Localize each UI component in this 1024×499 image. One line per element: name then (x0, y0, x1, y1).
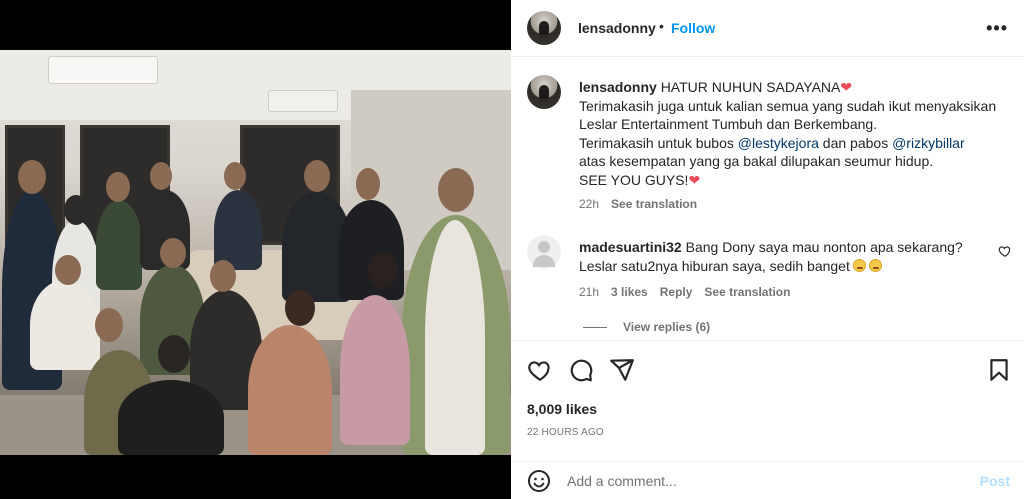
post-timestamp[interactable]: 22 HOURS AGO (527, 427, 604, 438)
post-media (0, 0, 511, 499)
bookmark-icon[interactable] (986, 357, 1012, 383)
post-button[interactable]: Post (980, 473, 1010, 489)
likes-count[interactable]: 8,009 likes (527, 401, 597, 417)
caption-line2: Terimakasih juga untuk kalian semua yang… (579, 97, 997, 133)
post-actions: 8,009 likes 22 HOURS AGO (511, 340, 1024, 460)
post-photo[interactable] (0, 50, 511, 455)
mention-lestykejora[interactable]: @lestykejora (738, 135, 819, 151)
caption-time[interactable]: 22h (579, 197, 599, 211)
comment-likes[interactable]: 3 likes (611, 285, 648, 299)
view-replies-label: View replies (6) (623, 320, 711, 334)
comment-like-icon[interactable] (998, 244, 1012, 258)
comment-icon[interactable] (568, 357, 594, 383)
comment-meta: 21h 3 likes Reply See translation (579, 285, 790, 299)
comment-time[interactable]: 21h (579, 285, 599, 299)
post-header: lensadonny • Follow ••• (511, 0, 1024, 57)
comment-see-translation[interactable]: See translation (704, 285, 790, 299)
more-icon[interactable]: ••• (986, 18, 1008, 39)
caption-meta: 22h See translation (579, 197, 697, 211)
author-avatar[interactable] (527, 11, 561, 45)
caption-avatar[interactable] (527, 75, 561, 109)
caption-line5: SEE YOU GUYS! (579, 171, 689, 188)
view-replies-button[interactable]: View replies (6) (583, 320, 710, 334)
author-username[interactable]: lensadonny (578, 20, 656, 36)
red-heart-emoji: ❤ (840, 79, 853, 95)
caption-line3b: dan pabos (818, 134, 893, 151)
share-icon[interactable] (609, 357, 635, 383)
crying-emoji (868, 258, 882, 272)
comment-reply[interactable]: Reply (660, 285, 693, 299)
caption-line1: HATUR NUHUN SADAYANA (660, 79, 841, 95)
add-comment-bar: Post (511, 461, 1024, 499)
mention-rizkybillar[interactable]: @rizkybillar (892, 135, 965, 151)
comment-input[interactable] (567, 470, 947, 492)
crying-emoji (852, 258, 866, 272)
follow-button[interactable]: Follow (671, 20, 715, 36)
view-replies-line (583, 327, 607, 329)
heart-icon[interactable] (527, 357, 553, 383)
separator-dot: • (659, 18, 664, 34)
post-details-panel: lensadonny • Follow ••• lensadonny HATUR… (511, 0, 1024, 499)
red-heart-emoji: ❤ (688, 171, 701, 188)
emoji-icon[interactable] (527, 469, 551, 493)
caption-line4: atas kesempatan yang ga bakal dilupakan … (579, 153, 934, 169)
commenter-avatar[interactable] (527, 235, 561, 269)
caption-see-translation[interactable]: See translation (611, 197, 697, 211)
caption-line3a: Terimakasih untuk bubos (579, 134, 738, 151)
caption-username[interactable]: lensadonny (579, 79, 657, 95)
comment: madesuartini32 Bang Dony saya mau nonton… (579, 238, 979, 275)
caption: lensadonny HATUR NUHUN SADAYANA❤ Terimak… (579, 78, 999, 189)
comments-section: lensadonny HATUR NUHUN SADAYANA❤ Terimak… (511, 58, 1024, 340)
comment-username[interactable]: madesuartini32 (579, 239, 682, 255)
